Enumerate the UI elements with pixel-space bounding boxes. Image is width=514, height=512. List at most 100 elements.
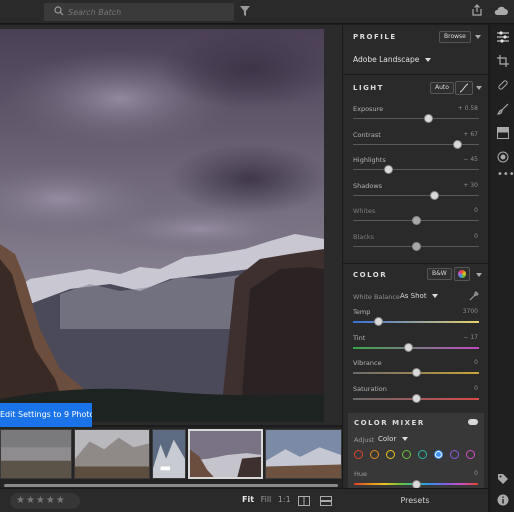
filmstrip-thumb[interactable] xyxy=(0,429,72,479)
bw-button[interactable]: B&W xyxy=(427,268,452,280)
compare-icon[interactable] xyxy=(298,496,310,506)
white-balance-label: White Balance xyxy=(353,293,400,301)
slider-track[interactable] xyxy=(353,346,479,349)
color-swatch[interactable] xyxy=(354,450,363,459)
chevron-down-icon[interactable] xyxy=(476,86,482,90)
info-icon[interactable] xyxy=(497,494,509,506)
crop-icon[interactable] xyxy=(497,55,509,67)
filmstrip xyxy=(0,427,342,483)
eyedropper-icon[interactable] xyxy=(469,291,479,301)
white-balance-dropdown[interactable]: As Shot xyxy=(400,292,438,300)
browse-button[interactable]: Browse xyxy=(439,31,471,43)
color-wheel-button[interactable] xyxy=(454,267,470,281)
main-photo[interactable] xyxy=(0,29,324,422)
search-box[interactable] xyxy=(44,3,234,21)
cloud-icon[interactable] xyxy=(494,6,508,16)
filmstrip-thumb[interactable] xyxy=(265,429,342,479)
hue-value: 0 xyxy=(474,470,478,477)
photo-editor-app: Edit Settings to 9 Photos xyxy=(0,0,514,512)
slider-label: Contrast xyxy=(353,130,381,139)
grid-view-icon[interactable] xyxy=(320,496,332,506)
chevron-down-icon[interactable] xyxy=(475,35,481,39)
filter-icon[interactable] xyxy=(240,5,250,17)
adjust-label: Adjust xyxy=(354,436,375,444)
tag-icon[interactable] xyxy=(497,473,509,485)
radial-gradient-icon[interactable] xyxy=(497,151,509,163)
chevron-down-icon xyxy=(424,58,431,62)
auto-button[interactable]: Auto xyxy=(430,82,454,94)
light-title: LIGHT xyxy=(353,84,384,92)
presets-button[interactable]: Presets xyxy=(342,488,488,512)
slider-value[interactable]: 0 xyxy=(474,385,478,392)
color-swatch[interactable] xyxy=(386,450,395,459)
edit-settings-toast[interactable]: Edit Settings to 9 Photos xyxy=(0,403,92,427)
search-input[interactable] xyxy=(68,5,228,19)
star-rating[interactable]: ★★★★★ xyxy=(10,493,80,509)
color-swatch[interactable] xyxy=(466,450,475,459)
zoom-1to1-button[interactable]: 1:1 xyxy=(278,495,291,504)
slider-value[interactable]: + 0.58 xyxy=(458,105,478,112)
slider-label: Highlights xyxy=(353,156,386,164)
slider-knob[interactable] xyxy=(453,139,463,149)
slider-knob[interactable] xyxy=(373,317,383,326)
divider xyxy=(343,263,488,264)
slider-value[interactable]: − 17 xyxy=(463,334,478,341)
filmstrip-thumb[interactable] xyxy=(74,429,150,479)
color-title: COLOR xyxy=(353,271,388,279)
slider-knob[interactable] xyxy=(403,342,413,352)
color-mixer-title: COLOR MIXER xyxy=(354,419,425,427)
slider-value[interactable]: 0 xyxy=(474,207,478,214)
color-swatch[interactable] xyxy=(434,450,443,459)
chevron-down-icon xyxy=(401,437,408,441)
slider-value[interactable]: 0 xyxy=(474,233,478,240)
tool-rail: ••• xyxy=(489,25,514,512)
brush-icon[interactable] xyxy=(497,103,509,115)
slider-value[interactable]: − 45 xyxy=(463,156,478,163)
slider-track[interactable] xyxy=(353,169,479,170)
slider-label: Whites xyxy=(353,207,376,215)
slider-knob[interactable] xyxy=(411,216,421,225)
slider-knob[interactable] xyxy=(411,368,421,377)
adjust-value: Color xyxy=(378,435,397,443)
healing-icon[interactable] xyxy=(497,79,509,91)
slider-knob[interactable] xyxy=(383,165,393,174)
filmstrip-thumb-selected[interactable] xyxy=(188,429,263,479)
slider-value[interactable]: 0 xyxy=(474,359,478,366)
slider-knob[interactable] xyxy=(430,190,440,200)
divider xyxy=(343,74,488,75)
share-icon[interactable] xyxy=(472,4,482,16)
color-swatch[interactable] xyxy=(402,450,411,459)
slider-track[interactable] xyxy=(353,321,479,323)
slider-track[interactable] xyxy=(353,194,479,196)
top-bar xyxy=(0,0,514,24)
color-wheel-icon xyxy=(458,270,466,278)
chevron-down-icon[interactable] xyxy=(476,273,482,277)
mixer-toggle[interactable] xyxy=(468,419,478,425)
slider-track[interactable] xyxy=(353,118,479,119)
hue-label: Hue xyxy=(354,470,368,478)
linear-gradient-icon[interactable] xyxy=(497,127,509,139)
adjust-dropdown[interactable]: Color xyxy=(378,435,408,443)
curve-button[interactable] xyxy=(455,81,473,95)
scrollbar-thumb[interactable] xyxy=(4,484,338,487)
zoom-fit-button[interactable]: Fit xyxy=(242,495,254,504)
slider-label: Shadows xyxy=(353,181,383,190)
edit-sliders-icon[interactable] xyxy=(497,31,509,43)
profile-value: Adobe Landscape xyxy=(353,55,420,64)
color-swatch[interactable] xyxy=(450,450,459,459)
slider-label: Vibrance xyxy=(353,359,382,367)
filmstrip-thumb[interactable] xyxy=(152,429,186,479)
slider-value[interactable]: 3700 xyxy=(463,308,478,315)
slider-knob[interactable] xyxy=(424,114,434,123)
zoom-fill-button[interactable]: Fill xyxy=(261,495,272,504)
slider-value[interactable]: + 30 xyxy=(463,182,478,189)
profile-dropdown[interactable]: Adobe Landscape xyxy=(353,55,431,64)
photo-canvas xyxy=(0,25,342,425)
slider-knob[interactable] xyxy=(411,393,421,403)
more-icon[interactable]: ••• xyxy=(497,169,514,180)
color-swatch[interactable] xyxy=(418,450,427,459)
slider-knob[interactable] xyxy=(411,241,421,251)
slider-value[interactable]: + 67 xyxy=(463,131,478,138)
slider-label: Blacks xyxy=(353,232,374,241)
color-swatch[interactable] xyxy=(370,450,379,459)
